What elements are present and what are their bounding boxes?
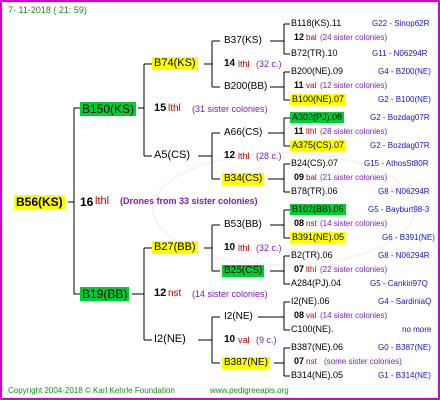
g5-9-id: B391(NE).05 (290, 232, 347, 243)
g5-10-place: G8 - N06294R (378, 251, 430, 260)
root-drones: (Drones from 33 sister colonies) (120, 196, 258, 206)
b27-type: lthl (238, 243, 250, 253)
b150-type: lthl (168, 103, 181, 114)
g5-8-type: nst (306, 219, 317, 228)
g5-2-place: G4 - B200(NE) (378, 67, 431, 76)
g5-12-sisters: (14 sister colonies) (320, 311, 388, 320)
g5-5-place: G2 - Bozdag07R (370, 141, 430, 150)
g5-7-place: G8 - N06294R (378, 187, 430, 196)
g5-2-id: B200(NE).09 (291, 66, 344, 76)
queen-b200: B200(BB) (224, 81, 268, 92)
g5-11-place: G5 - Cankiri97Q (370, 279, 428, 288)
g5-4-year: 11 (294, 126, 304, 136)
g5-7-id: B78(TR).06 (291, 186, 338, 196)
g5-10-sisters: (22 sister colonies) (320, 265, 388, 274)
b27-sisters: (32 c.) (256, 243, 282, 253)
g5-12-place: G4 - SardiniaQ (378, 297, 432, 306)
queen-a5: A5(CS) (154, 149, 191, 161)
g5-12-year: 08 (294, 310, 305, 320)
g5-9-place: G6 - B391(NE) (382, 233, 435, 242)
b19-sisters: (14 sister colonies) (192, 289, 268, 299)
queen-i2-g3: I2(NE) (154, 333, 186, 345)
g5-8-place: G5 - Bayburt98-3 (368, 205, 430, 214)
g5-0-type: bal (306, 33, 317, 42)
queen-b74: B74(KS) (152, 57, 198, 70)
g5-2-sisters: (12 sister colonies) (320, 81, 388, 90)
g5-1-place: G11 - N06294R (372, 49, 428, 58)
g5-10-year: 07 (294, 264, 305, 274)
i2-type: val (238, 335, 250, 345)
g5-0-id: B118(KS).11 (291, 18, 342, 28)
g5-14-id: B387(NE).06 (291, 342, 344, 352)
root-year: 16 (80, 195, 94, 209)
root-queen: B56(KS) (14, 195, 65, 209)
queen-b19: B19(BB) (80, 287, 130, 301)
pedigree-frame: 7- 11-2018 ( 21: 59) B56(KS) 16 lthl (Dr… (0, 0, 440, 400)
g5-12-type: val (306, 311, 317, 320)
a5-type: lthl (238, 151, 250, 161)
queen-a66: A66(CS) (224, 127, 263, 138)
g5-15-id: B314(NE).05 (291, 370, 344, 380)
queen-b37-top: B37(KS) (224, 35, 262, 46)
queen-i2-g4: I2(NE) (224, 311, 253, 322)
g5-12-id: I2(NE).06 (291, 296, 330, 306)
a5-year: 12 (224, 150, 236, 161)
g5-6-year: 09 (294, 172, 305, 182)
b74-year: 14 (224, 58, 236, 69)
g5-4-id: A302(PJ).08 (290, 112, 345, 123)
g5-6-type: bal (306, 173, 317, 182)
footer-copyright: Copyright 2004-2018 © Karl Kehrle Founda… (8, 386, 175, 395)
b19-type: nst (168, 288, 182, 299)
g5-14-year: 07 (294, 356, 305, 366)
g5-4-type: lthl (306, 127, 317, 136)
b150-sisters: (31 sister colonies) (192, 104, 268, 114)
g5-3-place: G2 - B100(NE) (378, 95, 431, 104)
b27-year: 10 (224, 242, 236, 253)
i2-sisters: (9 c.) (256, 335, 277, 345)
g5-6-place: G15 - AthosSt80R (364, 159, 429, 168)
queen-b25: B25(CS) (222, 265, 265, 277)
g5-2-year: 11 (294, 80, 304, 90)
g5-0-year: 12 (294, 32, 305, 42)
g5-5-id: A375(CS).07 (290, 140, 347, 151)
queen-b27: B27(BB) (152, 241, 198, 254)
g5-15-place: G1 - B314(NE) (378, 371, 431, 380)
g5-8-year: 08 (294, 218, 305, 228)
a5-sisters: (28 c.) (256, 151, 282, 161)
g5-14-sisters: (some sister colonies) (324, 357, 402, 366)
b19-year: 12 (154, 287, 167, 299)
g5-10-type: lthl (306, 265, 317, 274)
g5-6-id: B24(CS).07 (291, 158, 339, 168)
g5-13-id: C100(NE). (291, 324, 334, 334)
g5-3-id: B100(NE).07 (290, 94, 347, 105)
g5-8-sisters: (14 sister colonies) (320, 219, 388, 228)
b74-type: lthl (238, 59, 250, 69)
g5-14-type: nst (306, 357, 317, 366)
g5-8-id: B102(BB).06 (290, 204, 346, 215)
g5-2-type: val (306, 81, 317, 90)
g5-1-id: B72(TR).10 (291, 48, 338, 58)
b150-year: 15 (154, 102, 167, 114)
g5-10-id: B2(TR).06 (291, 250, 333, 260)
i2-year: 10 (224, 334, 236, 345)
root-type: lthl (95, 195, 110, 207)
g5-11-id: A284(PJ).04 (291, 278, 342, 288)
g5-4-place: G2 - Bozdag07R (370, 113, 430, 122)
queen-b53: B53(BB) (224, 219, 262, 230)
g5-0-place: G22 - Sinop62R (372, 19, 430, 28)
g5-0-sisters: (24 sister colonies) (320, 33, 388, 42)
g5-4-sisters: (28 sister colonies) (320, 127, 388, 136)
g5-13-place: no more (402, 325, 432, 334)
b74-sisters: (32 c.) (256, 59, 282, 69)
queen-b34: B34(CS) (222, 173, 265, 185)
queen-b387: B387(NE) (222, 357, 270, 369)
g5-6-sisters: (21 sister colonies) (320, 173, 388, 182)
g5-14-place: G0 - B387(NE) (378, 343, 431, 352)
footer-url: www.pedigreeapis.org (210, 386, 289, 395)
header-date: 7- 11-2018 ( 21: 59) (8, 5, 87, 15)
queen-b150: B150(KS) (80, 102, 137, 116)
